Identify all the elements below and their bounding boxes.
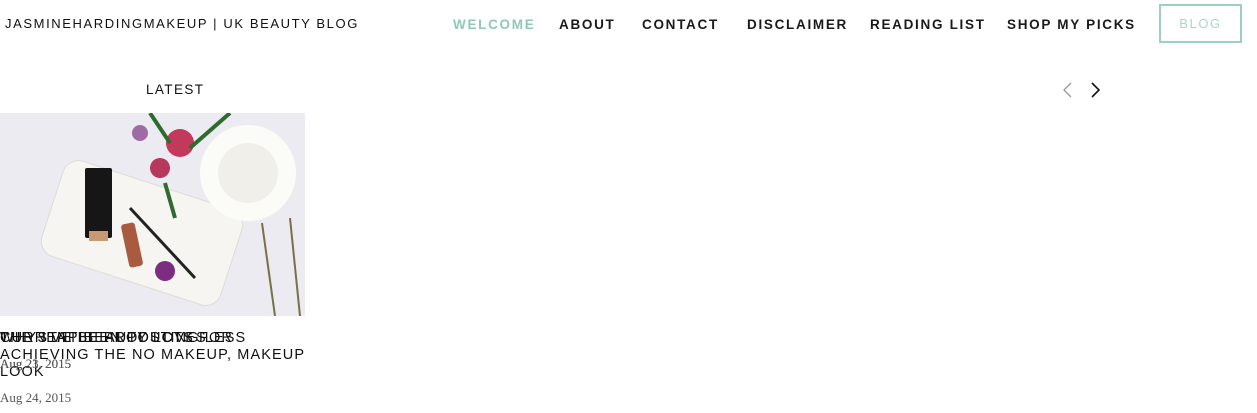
post-date: Aug 21, 2015: [0, 356, 72, 371]
post-card[interactable]: CURRENT BEAUTY LOVES Aug 21, 2015: [0, 113, 305, 372]
nav-item-welcome[interactable]: WELCOME: [453, 17, 535, 32]
main-nav: WELCOME ABOUT CONTACT DISCLAIMER READING…: [0, 17, 1257, 37]
nav-item-shop-my-picks[interactable]: SHOP MY PICKS: [1007, 17, 1136, 32]
latest-heading: LATEST: [146, 82, 205, 97]
blog-button[interactable]: BLOG: [1159, 4, 1242, 43]
post-thumbnail-beauty-tray[interactable]: [0, 113, 305, 316]
chevron-right-icon[interactable]: [1087, 81, 1103, 99]
nav-item-disclaimer[interactable]: DISCLAIMER: [747, 17, 848, 32]
nav-item-about[interactable]: ABOUT: [559, 17, 616, 32]
chevron-left-icon[interactable]: [1060, 81, 1076, 99]
post-title[interactable]: CURRENT BEAUTY LOVES: [0, 330, 305, 347]
nav-item-reading-list[interactable]: READING LIST: [870, 17, 986, 32]
nav-item-contact[interactable]: CONTACT: [642, 17, 719, 32]
post-date: Aug 24, 2015: [0, 390, 72, 405]
